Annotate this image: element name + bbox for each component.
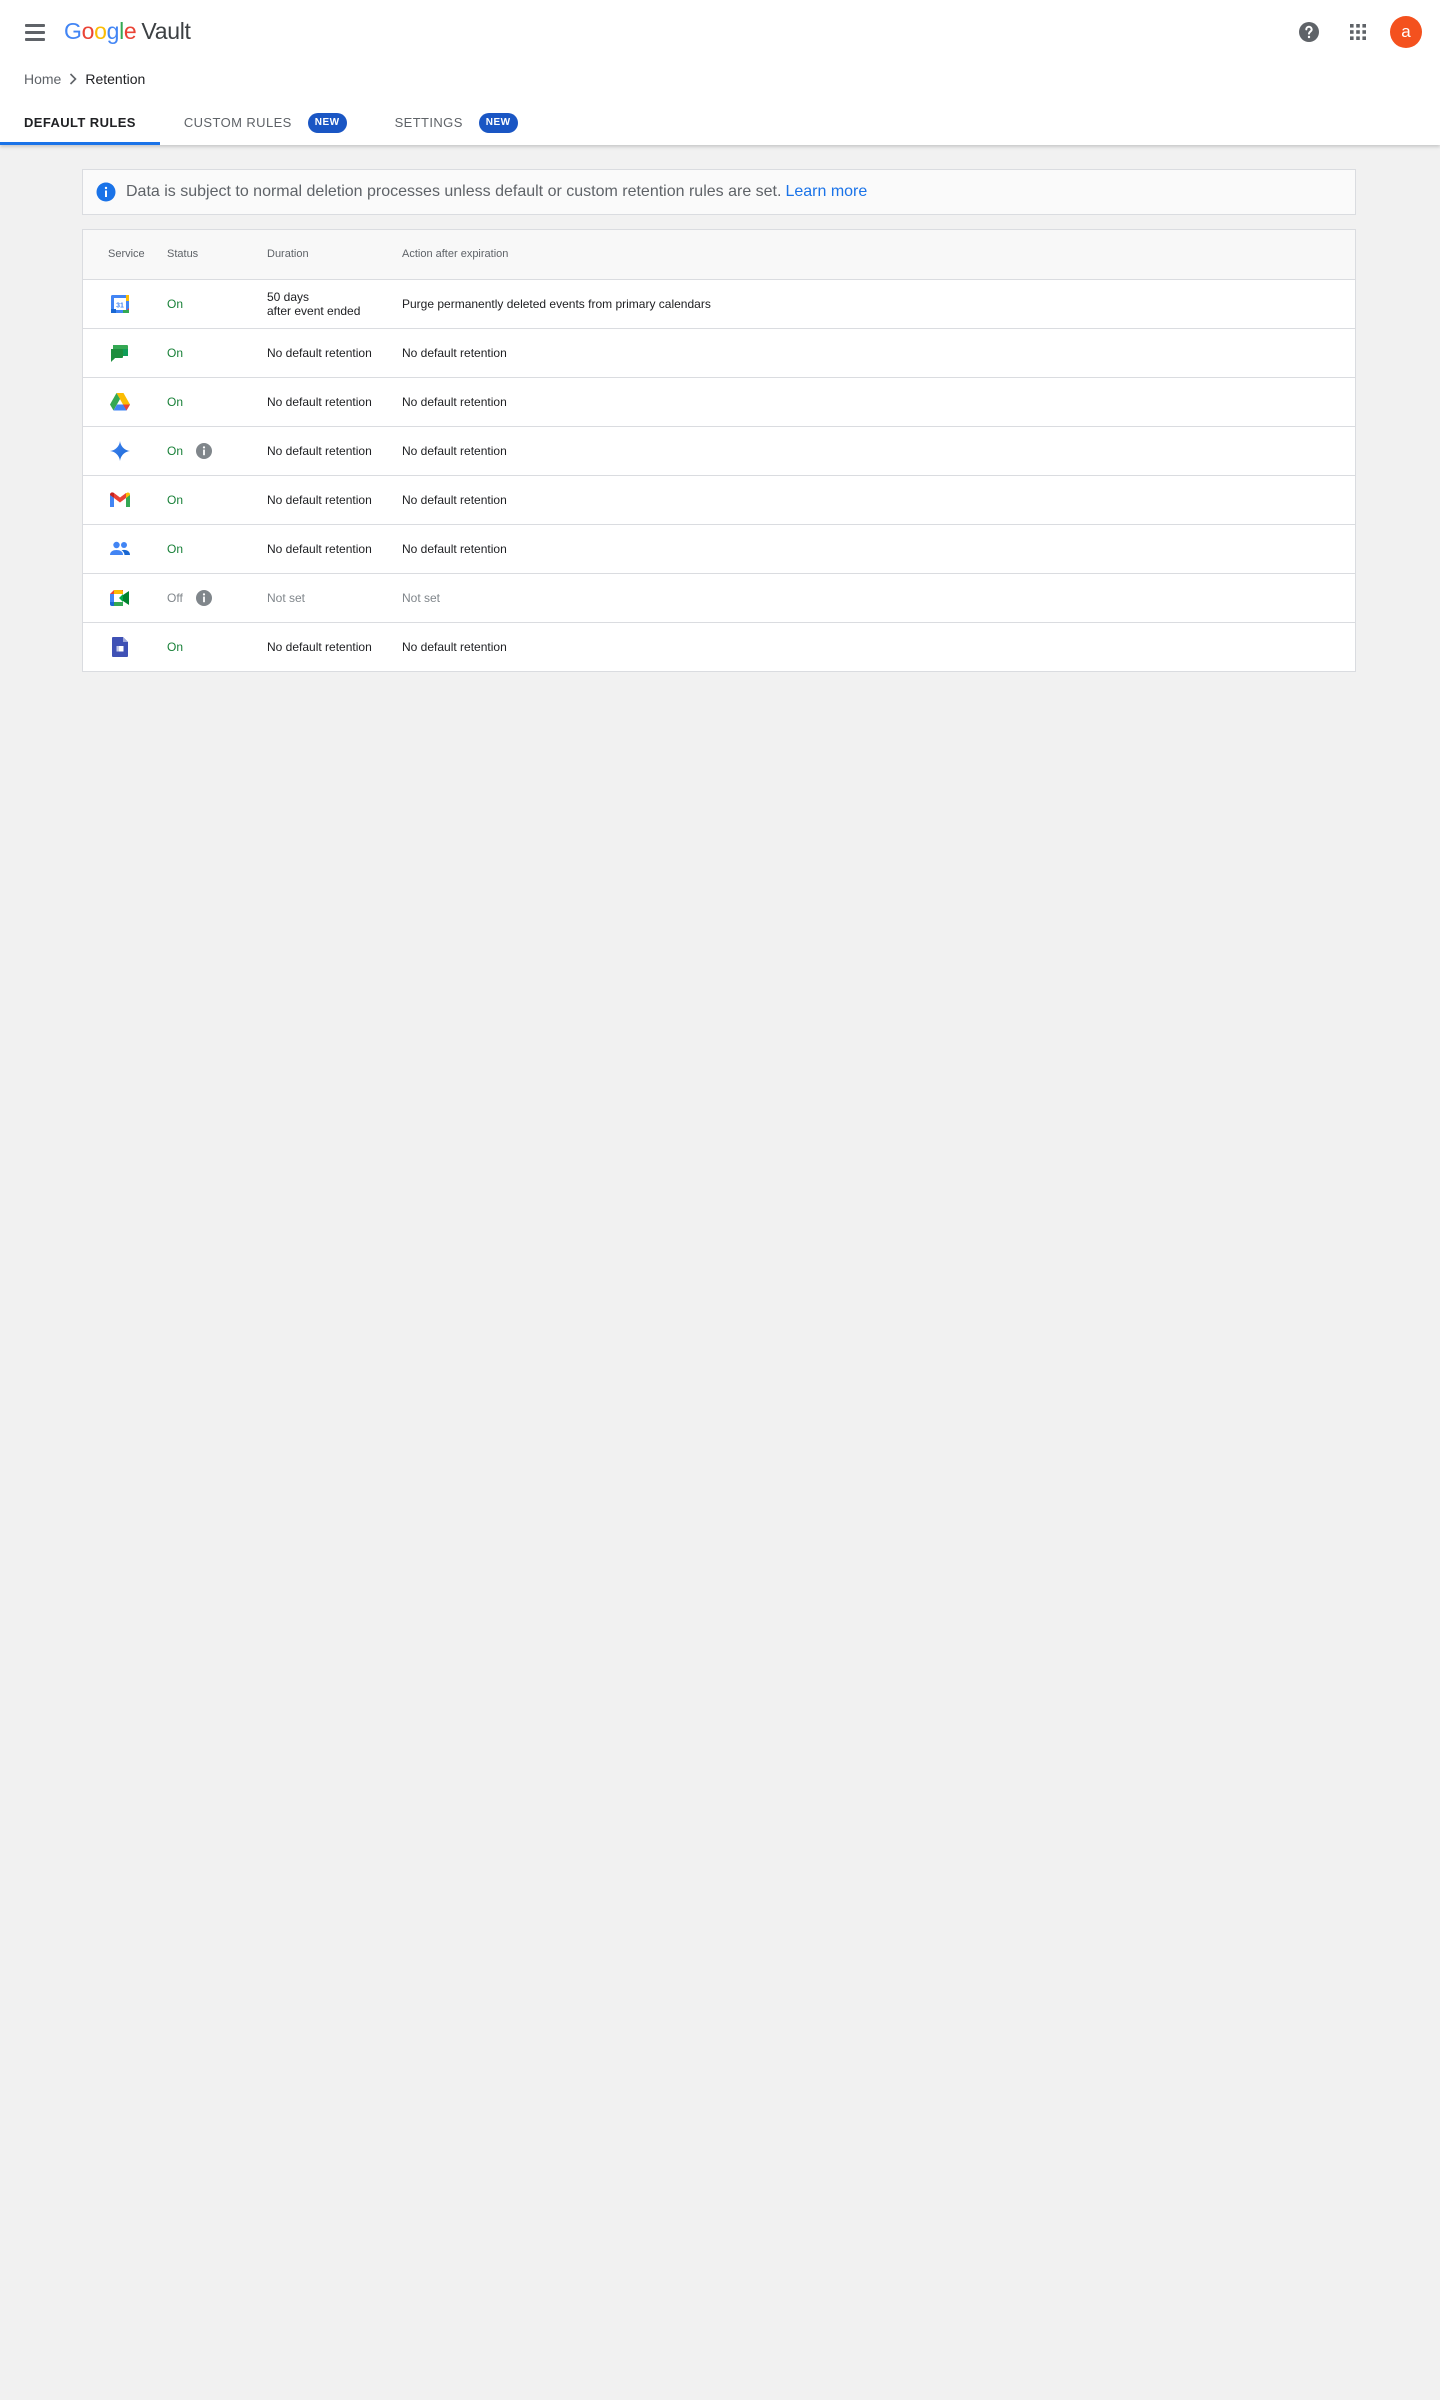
logo-letter: o	[94, 18, 107, 44]
status-cell: Off	[167, 574, 213, 622]
tab-bar: DEFAULT RULES CUSTOM RULES NEW SETTINGS …	[0, 100, 542, 145]
breadcrumb-home[interactable]: Home	[24, 71, 61, 87]
logo-letter: g	[106, 18, 120, 44]
tab-label: CUSTOM RULES	[183, 115, 292, 130]
apps-grid-icon[interactable]	[1346, 20, 1370, 44]
table-row[interactable]: On No default retention No default reten…	[83, 378, 1355, 427]
status-cell: On	[167, 280, 183, 328]
drive-icon	[110, 393, 130, 411]
duration-cell: 50 days after event ended	[267, 280, 360, 328]
action-cell: No default retention	[402, 542, 507, 556]
action-cell: No default retention	[402, 444, 507, 458]
status-cell: On	[167, 525, 183, 573]
action-cell: No default retention	[402, 640, 507, 654]
table-row[interactable]: On No default retention No default reten…	[83, 623, 1355, 671]
info-icon[interactable]	[195, 442, 213, 460]
duration-line: No default retention	[267, 640, 372, 654]
info-banner: Data is subject to normal deletion proce…	[82, 169, 1356, 215]
duration-line: No default retention	[267, 444, 372, 458]
duration-cell: No default retention	[267, 427, 372, 475]
duration-cell: No default retention	[267, 476, 372, 524]
gmail-icon	[110, 492, 130, 507]
new-badge: NEW	[478, 112, 518, 133]
status-text: On	[167, 346, 184, 360]
status-text: On	[167, 395, 184, 409]
logo-letter: G	[64, 18, 82, 44]
header-action: Action after expiration	[402, 248, 509, 260]
status-cell: On	[167, 427, 213, 475]
duration-cell: Not set	[267, 574, 305, 622]
duration-cell: No default retention	[267, 623, 372, 671]
breadcrumb-current: Retention	[85, 71, 146, 87]
chat-icon	[111, 345, 128, 362]
duration-line: 50 days	[267, 290, 310, 304]
duration-line: after event ended	[267, 304, 361, 318]
top-app-bar: Google Vault a Home Retention DEFAULT RUL…	[0, 0, 1440, 145]
gemini-icon	[110, 441, 130, 461]
action-cell: Not set	[402, 591, 441, 605]
learn-more-link[interactable]: Learn more	[785, 183, 867, 201]
duration-cell: No default retention	[267, 525, 372, 573]
table-row[interactable]: On No default retention No default reten…	[83, 525, 1355, 574]
duration-line: No default retention	[267, 346, 372, 360]
duration-line: Not set	[267, 591, 306, 605]
duration-line: No default retention	[267, 493, 372, 507]
menu-icon[interactable]	[22, 20, 50, 44]
chevron-right-icon	[70, 73, 77, 85]
breadcrumb: Home Retention	[24, 71, 145, 87]
duration-line: No default retention	[267, 395, 372, 409]
google-vault-logo[interactable]: Google Vault	[64, 18, 191, 45]
header-status: Status	[167, 248, 199, 260]
product-name: Vault	[141, 18, 191, 44]
sites-icon	[112, 637, 128, 657]
svg-text:31: 31	[116, 303, 124, 310]
account-avatar[interactable]: a	[1390, 16, 1422, 48]
status-text: On	[167, 542, 184, 556]
status-text: Off	[167, 591, 183, 605]
status-cell: On	[167, 378, 183, 426]
action-cell: No default retention	[402, 395, 507, 409]
tab-custom-rules[interactable]: CUSTOM RULES NEW	[160, 100, 371, 145]
table-row[interactable]: On No default retention No default reten…	[83, 476, 1355, 525]
duration-line: No default retention	[267, 542, 372, 556]
logo-letter: e	[123, 18, 137, 44]
tab-settings[interactable]: SETTINGS NEW	[371, 100, 542, 145]
help-icon[interactable]	[1297, 20, 1321, 44]
meet-icon	[110, 590, 129, 606]
status-text: On	[167, 444, 184, 458]
action-cell: No default retention	[402, 493, 507, 507]
banner-text: Data is subject to normal deletion proce…	[126, 183, 782, 200]
header-service: Service	[108, 248, 145, 260]
info-icon	[96, 182, 116, 202]
status-cell: On	[167, 476, 183, 524]
status-text: On	[167, 297, 184, 311]
table-row[interactable]: On No default retention No default reten…	[83, 329, 1355, 378]
calendar-icon: 31	[111, 295, 129, 313]
header-duration: Duration	[267, 248, 309, 260]
table-header: Service Status Duration Action after exp…	[83, 230, 1355, 280]
status-text: On	[167, 493, 184, 507]
default-rules-table: Service Status Duration Action after exp…	[82, 229, 1356, 672]
table-row[interactable]: Off Not set Not set	[83, 574, 1355, 623]
info-icon[interactable]	[195, 589, 213, 607]
action-cell: No default retention	[402, 346, 507, 360]
duration-cell: No default retention	[267, 378, 372, 426]
action-cell: Purge permanently deleted events from pr…	[402, 297, 711, 311]
table-row[interactable]: 31 On 50 days after event ended Purge pe…	[83, 280, 1355, 329]
tab-label: DEFAULT RULES	[24, 115, 136, 130]
duration-cell: No default retention	[267, 329, 372, 377]
google-wordmark: Google	[64, 18, 137, 44]
groups-icon	[110, 541, 130, 555]
tab-label: SETTINGS	[394, 115, 463, 130]
table-row[interactable]: On No default retention No default reten…	[83, 427, 1355, 476]
status-text: On	[167, 640, 184, 654]
status-cell: On	[167, 329, 183, 377]
new-badge: NEW	[307, 112, 347, 133]
logo-letter: o	[81, 18, 95, 44]
tab-default-rules[interactable]: DEFAULT RULES	[0, 100, 160, 145]
status-cell: On	[167, 623, 183, 671]
